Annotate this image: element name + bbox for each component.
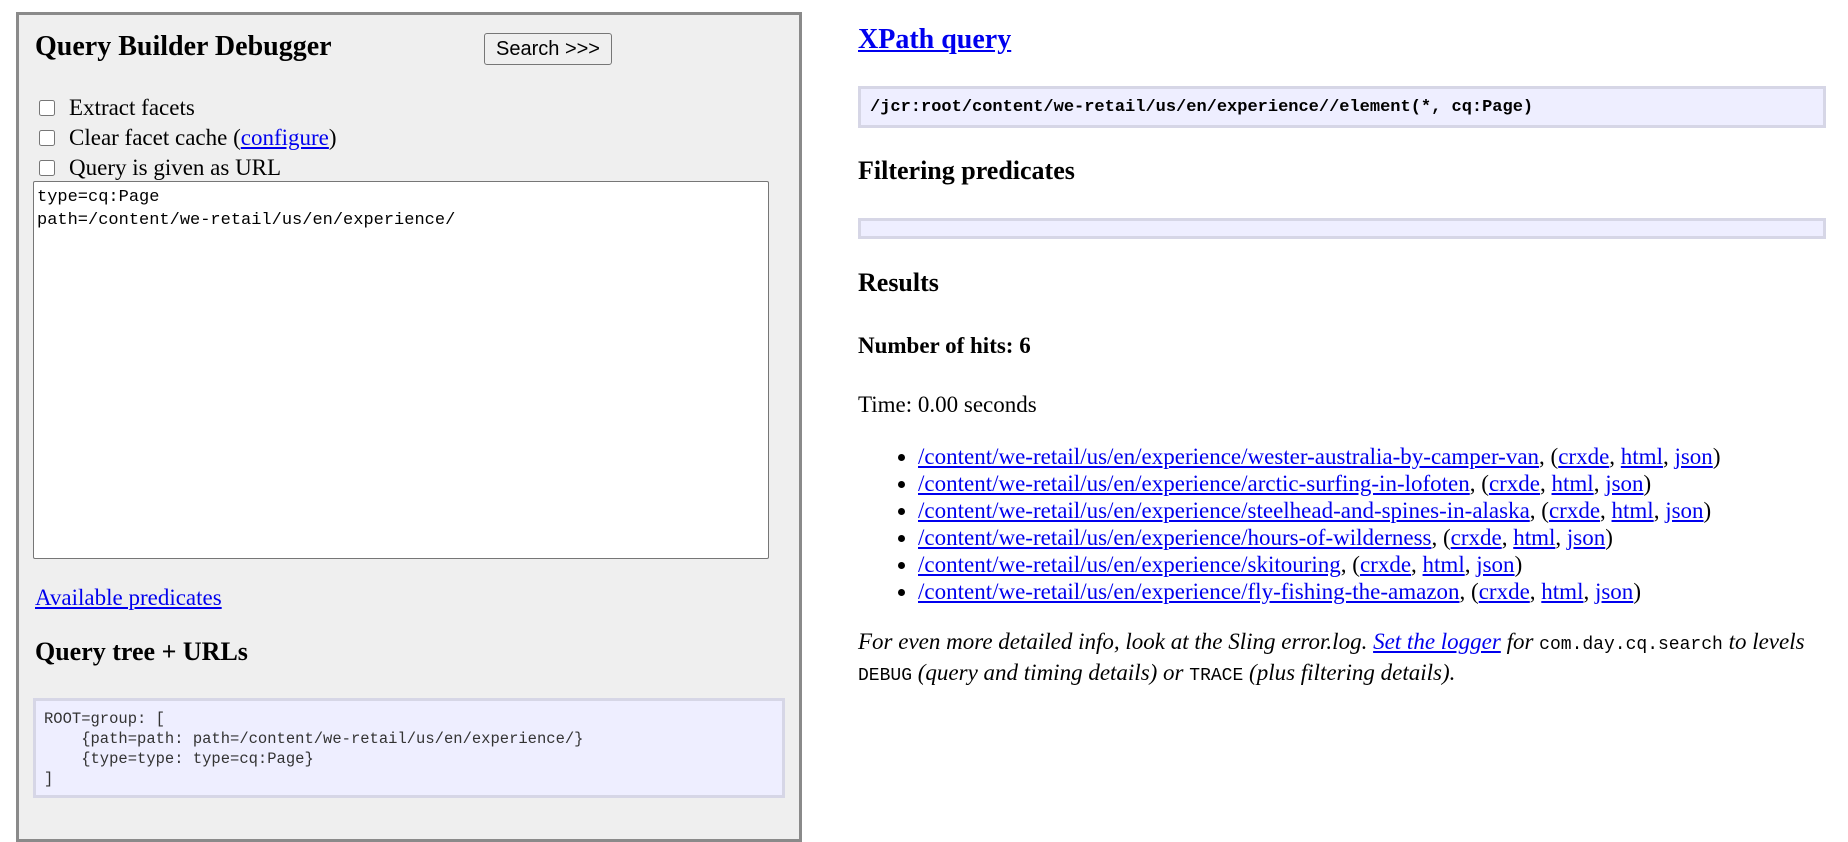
clear-facet-cache-option[interactable]: Clear facet cache (configure) bbox=[39, 125, 337, 151]
query-as-url-checkbox[interactable] bbox=[39, 160, 55, 176]
crxde-link[interactable]: crxde bbox=[1479, 579, 1530, 604]
results-heading: Results bbox=[858, 268, 939, 297]
list-item: /content/we-retail/us/en/experience/west… bbox=[918, 443, 1720, 470]
logger-name: com.day.cq.search bbox=[1539, 635, 1723, 655]
list-item: /content/we-retail/us/en/experience/stee… bbox=[918, 497, 1720, 524]
query-time: Time: 0.00 seconds bbox=[858, 392, 1037, 417]
result-path-link[interactable]: /content/we-retail/us/en/experience/skit… bbox=[918, 552, 1341, 577]
list-item: /content/we-retail/us/en/experience/skit… bbox=[918, 551, 1720, 578]
clear-facet-cache-label: Clear facet cache (configure) bbox=[69, 125, 337, 150]
list-item: /content/we-retail/us/en/experience/arct… bbox=[918, 470, 1720, 497]
query-as-url-option[interactable]: Query is given as URL bbox=[39, 155, 281, 181]
clear-facet-cache-checkbox[interactable] bbox=[39, 130, 55, 146]
crxde-link[interactable]: crxde bbox=[1360, 552, 1411, 577]
result-path-link[interactable]: /content/we-retail/us/en/experience/west… bbox=[918, 444, 1539, 469]
query-tree-heading: Query tree + URLs bbox=[35, 637, 248, 666]
list-item: /content/we-retail/us/en/experience/fly-… bbox=[918, 578, 1720, 605]
list-item: /content/we-retail/us/en/experience/hour… bbox=[918, 524, 1720, 551]
query-textarea[interactable]: type=cq:Page path=/content/we-retail/us/… bbox=[33, 181, 769, 559]
logging-note: For even more detailed info, look at the… bbox=[858, 629, 1805, 686]
xpath-query-box: /jcr:root/content/we-retail/us/en/experi… bbox=[858, 86, 1826, 128]
xpath-query-link[interactable]: XPath query bbox=[858, 24, 1011, 56]
extract-facets-label: Extract facets bbox=[69, 95, 195, 120]
hits-count: Number of hits: 6 bbox=[858, 333, 1031, 358]
html-link[interactable]: html bbox=[1552, 471, 1594, 496]
page-title: Query Builder Debugger bbox=[35, 31, 332, 62]
debug-level: DEBUG bbox=[858, 666, 913, 686]
html-link[interactable]: html bbox=[1621, 444, 1663, 469]
extract-facets-option[interactable]: Extract facets bbox=[39, 95, 195, 121]
json-link[interactable]: json bbox=[1674, 444, 1712, 469]
crxde-link[interactable]: crxde bbox=[1549, 498, 1600, 523]
json-link[interactable]: json bbox=[1595, 579, 1633, 604]
json-link[interactable]: json bbox=[1476, 552, 1514, 577]
html-link[interactable]: html bbox=[1612, 498, 1654, 523]
query-tree-box: ROOT=group: [ {path=path: path=/content/… bbox=[33, 698, 785, 798]
json-link[interactable]: json bbox=[1605, 471, 1643, 496]
crxde-link[interactable]: crxde bbox=[1558, 444, 1609, 469]
json-link[interactable]: json bbox=[1665, 498, 1703, 523]
extract-facets-checkbox[interactable] bbox=[39, 100, 55, 116]
result-path-link[interactable]: /content/we-retail/us/en/experience/fly-… bbox=[918, 579, 1460, 604]
results-list: /content/we-retail/us/en/experience/west… bbox=[858, 443, 1720, 605]
set-logger-link[interactable]: Set the logger bbox=[1373, 629, 1501, 654]
search-button[interactable]: Search >>> bbox=[484, 33, 612, 65]
html-link[interactable]: html bbox=[1541, 579, 1583, 604]
query-builder-panel: Query Builder Debugger Search >>> Extrac… bbox=[16, 12, 802, 842]
result-path-link[interactable]: /content/we-retail/us/en/experience/arct… bbox=[918, 471, 1470, 496]
html-link[interactable]: html bbox=[1423, 552, 1465, 577]
crxde-link[interactable]: crxde bbox=[1451, 525, 1502, 550]
filtering-predicates-heading: Filtering predicates bbox=[858, 156, 1075, 185]
result-path-link[interactable]: /content/we-retail/us/en/experience/stee… bbox=[918, 498, 1530, 523]
json-link[interactable]: json bbox=[1567, 525, 1605, 550]
configure-link[interactable]: configure bbox=[241, 125, 329, 150]
html-link[interactable]: html bbox=[1513, 525, 1555, 550]
crxde-link[interactable]: crxde bbox=[1489, 471, 1540, 496]
query-as-url-label: Query is given as URL bbox=[69, 155, 282, 180]
result-path-link[interactable]: /content/we-retail/us/en/experience/hour… bbox=[918, 525, 1431, 550]
trace-level: TRACE bbox=[1189, 666, 1244, 686]
filtering-predicates-box bbox=[858, 218, 1826, 239]
available-predicates-link[interactable]: Available predicates bbox=[35, 585, 222, 611]
